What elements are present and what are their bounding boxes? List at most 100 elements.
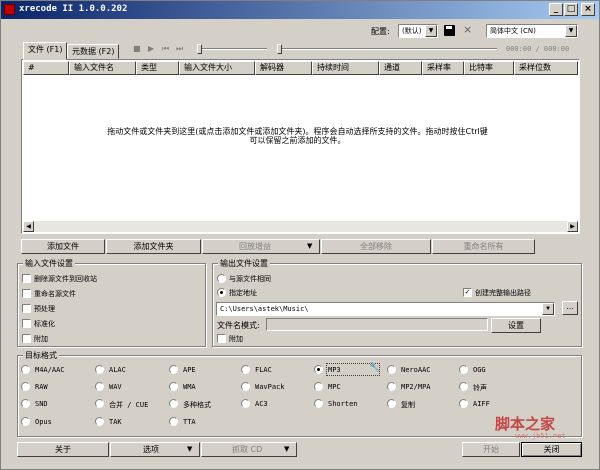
next-icon[interactable]: ⏭ xyxy=(176,44,183,54)
radio-specified-path[interactable] xyxy=(217,288,226,297)
format-label: TAK xyxy=(109,418,122,426)
rename-all-button[interactable]: 重命名所有 xyxy=(432,239,535,254)
column-header-index[interactable]: # xyxy=(23,61,69,75)
format-label: APE xyxy=(183,366,196,374)
radio-same-as-input[interactable] xyxy=(217,274,226,283)
checkbox-append-input[interactable] xyxy=(22,334,31,343)
title-bar[interactable]: xrecode II 1.0.0.202 _ □ × xyxy=(1,1,599,19)
column-header-bitrate[interactable]: 比特率 xyxy=(464,61,514,75)
format-radio[interactable] xyxy=(169,399,178,408)
config-select[interactable]: (默认) ▼ xyxy=(398,24,438,38)
format-radio[interactable] xyxy=(21,417,30,426)
format-radio[interactable] xyxy=(95,417,104,426)
remove-all-button[interactable]: 全部移除 xyxy=(321,239,431,254)
checkbox-append-output[interactable] xyxy=(217,334,226,343)
save-icon[interactable] xyxy=(444,25,455,36)
checkbox-create-full-path[interactable]: ✓ xyxy=(463,288,472,297)
options-button[interactable]: 选项 ▼ xyxy=(110,442,200,457)
close-button[interactable]: 关闭 xyxy=(521,442,582,457)
checkbox-rename-source[interactable] xyxy=(22,289,31,298)
file-list[interactable]: # 输入文件名 类型 输入文件大小 解码器 持续时间 通道 采样率 比特率 采样… xyxy=(21,59,580,234)
about-button[interactable]: 关于 xyxy=(17,442,109,457)
seek-slider-thumb[interactable] xyxy=(277,44,282,54)
format-radio[interactable] xyxy=(21,382,30,391)
checkbox-delete-source[interactable] xyxy=(22,274,31,283)
format-radio[interactable] xyxy=(314,399,323,408)
maximize-button[interactable]: □ xyxy=(564,3,578,16)
minimize-button[interactable]: _ xyxy=(549,3,563,16)
checkbox-append-input-label: 附加 xyxy=(34,335,48,343)
checkbox-preprocess[interactable] xyxy=(22,304,31,313)
close-window-button[interactable]: × xyxy=(581,3,595,16)
seek-slider[interactable] xyxy=(277,48,497,50)
settings-button[interactable]: 设置 xyxy=(491,318,541,333)
start-button[interactable]: 开始 xyxy=(462,442,520,457)
format-radio[interactable] xyxy=(241,399,250,408)
volume-slider[interactable] xyxy=(197,48,267,50)
format-radio[interactable] xyxy=(314,382,323,391)
radio-specified-path-label: 指定地址 xyxy=(229,289,257,297)
filename-pattern-input[interactable] xyxy=(266,318,488,331)
rip-cd-button[interactable]: 抓取 CD ▼ xyxy=(201,442,297,457)
format-radio[interactable] xyxy=(21,365,30,374)
delete-config-icon[interactable]: × xyxy=(463,23,472,36)
format-radio[interactable] xyxy=(169,382,178,391)
format-label: WavPack xyxy=(255,383,285,391)
format-radio[interactable] xyxy=(314,365,323,374)
language-select[interactable]: 简体中文 (CN) ▼ xyxy=(486,24,578,38)
app-icon xyxy=(4,4,15,15)
format-label: Shorten xyxy=(328,400,358,408)
add-folder-button[interactable]: 添加文件夹 xyxy=(106,239,201,254)
chevron-down-icon: ▼ xyxy=(307,242,313,250)
output-path-input[interactable]: C:\Users\astek\Music\ ▼ xyxy=(216,302,555,316)
column-header-bit-depth[interactable]: 采样位数 xyxy=(514,61,578,75)
column-header-decoder[interactable]: 解码器 xyxy=(255,61,312,75)
format-radio[interactable] xyxy=(21,399,30,408)
format-radio[interactable] xyxy=(387,365,396,374)
checkbox-rename-source-label: 重命名源文件 xyxy=(34,290,76,298)
scroll-right-icon[interactable]: ▶ xyxy=(567,221,578,232)
format-radio[interactable] xyxy=(241,365,250,374)
format-radio[interactable] xyxy=(459,399,468,408)
add-file-button[interactable]: 添加文件 xyxy=(21,239,105,254)
play-icon[interactable]: ▶ xyxy=(148,44,154,53)
chevron-down-icon: ▼ xyxy=(542,303,554,315)
format-label: AIFF xyxy=(473,400,490,408)
tab-metadata-label: 元数据 (F2) xyxy=(72,47,115,56)
format-radio[interactable] xyxy=(387,382,396,391)
column-header-sample-rate[interactable]: 采样率 xyxy=(422,61,464,75)
format-radio[interactable] xyxy=(459,365,468,374)
config-select-value: (默认) xyxy=(402,27,422,35)
format-radio[interactable] xyxy=(169,365,178,374)
tab-files[interactable]: 文件 (F1) xyxy=(23,42,68,60)
format-radio[interactable] xyxy=(95,382,104,391)
format-radio[interactable] xyxy=(169,417,178,426)
format-label: MPC xyxy=(328,383,341,391)
column-header-duration[interactable]: 持续时间 xyxy=(312,61,379,75)
format-radio[interactable] xyxy=(95,399,104,408)
replay-gain-button[interactable]: 回放增益 ▼ xyxy=(202,239,320,254)
tab-metadata[interactable]: 元数据 (F2) xyxy=(67,44,120,59)
column-header-type[interactable]: 类型 xyxy=(136,61,179,75)
format-radio[interactable] xyxy=(459,382,468,391)
column-header-channels[interactable]: 通道 xyxy=(379,61,422,75)
format-radio[interactable] xyxy=(387,399,396,408)
format-radio[interactable] xyxy=(95,365,104,374)
options-button-label: 选项 xyxy=(143,445,159,454)
format-settings-wrench-icon[interactable]: 🔧 xyxy=(369,363,380,373)
format-label: WMA xyxy=(183,383,196,391)
column-header-input-filename[interactable]: 输入文件名 xyxy=(69,61,136,75)
checkbox-normalize[interactable] xyxy=(22,319,31,328)
browse-button[interactable]: ... xyxy=(562,301,578,315)
checkbox-delete-source-label: 删除源文件到回收站 xyxy=(34,275,97,283)
target-format-legend: 目标格式 xyxy=(23,350,59,361)
stop-icon[interactable]: ■ xyxy=(133,44,141,53)
format-radio[interactable] xyxy=(241,382,250,391)
format-label: MP2/MPA xyxy=(401,383,431,391)
filename-pattern-label: 文件名模式: xyxy=(217,321,260,330)
scroll-left-icon[interactable]: ◀ xyxy=(23,221,34,232)
previous-icon[interactable]: ⏮ xyxy=(162,44,169,54)
column-header-input-size[interactable]: 输入文件大小 xyxy=(179,61,255,75)
volume-slider-thumb[interactable] xyxy=(197,44,202,54)
horizontal-scrollbar[interactable]: ◀ ▶ xyxy=(23,221,578,232)
